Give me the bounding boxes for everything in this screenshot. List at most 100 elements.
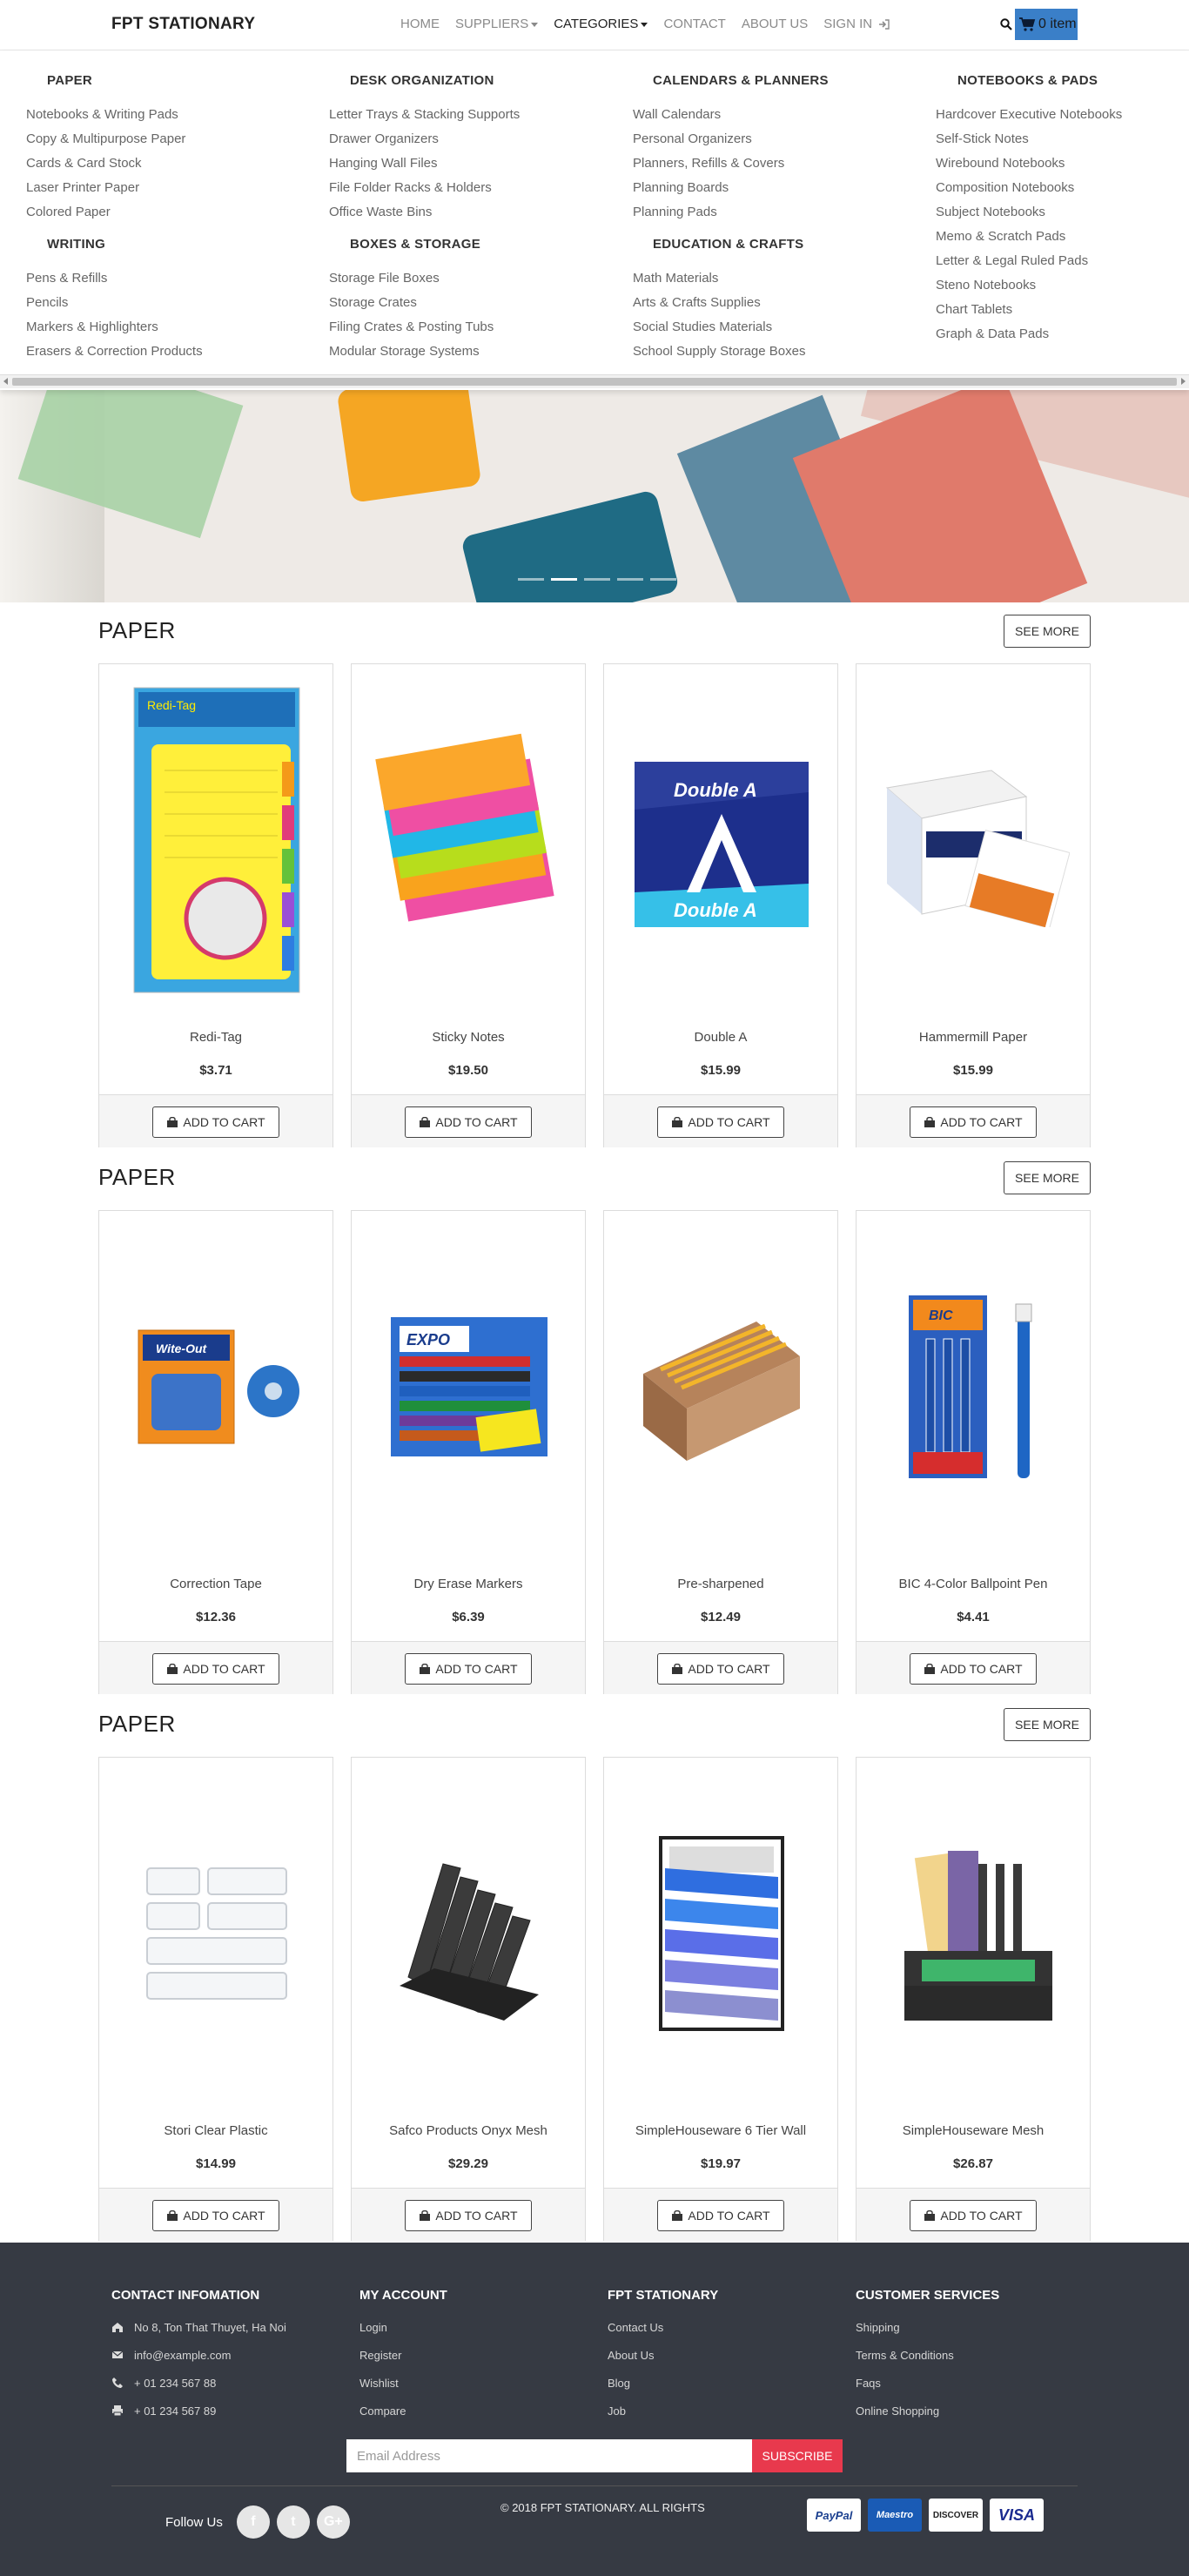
mega-item[interactable]: Hanging Wall Files — [329, 151, 520, 176]
product-card[interactable]: Stori Clear Plastic $14.99 ADD TO CART — [98, 1757, 333, 2241]
add-to-cart-button[interactable]: ADD TO CART — [152, 1653, 279, 1685]
product-card[interactable]: Sticky Notes $19.50 ADD TO CART — [351, 663, 586, 1147]
redi-tag-icon[interactable]: Redi-Tag — [121, 675, 312, 1006]
mega-item[interactable]: Planning Boards — [633, 176, 784, 200]
mega-item[interactable]: Markers & Highlighters — [26, 315, 203, 340]
mega-item[interactable]: Letter Trays & Stacking Supports — [329, 103, 520, 127]
nav-signin[interactable]: SIGN IN — [823, 17, 890, 31]
mega-item[interactable]: Colored Paper — [26, 200, 185, 225]
google-plus-icon[interactable]: G+ — [316, 2505, 350, 2539]
hammermill-box-icon[interactable] — [878, 675, 1070, 1006]
mega-item[interactable]: Graph & Data Pads — [936, 322, 1122, 346]
mega-item[interactable]: School Supply Storage Boxes — [633, 340, 805, 364]
clear-organizer-icon[interactable] — [121, 1768, 312, 2099]
product-card[interactable]: Safco Products Onyx Mesh $29.29 ADD TO CAR… — [351, 1757, 586, 2241]
desk-organizer-icon[interactable] — [878, 1768, 1070, 2099]
mega-item[interactable]: Chart Tablets — [936, 298, 1122, 322]
add-to-cart-button[interactable]: ADD TO CART — [657, 1106, 784, 1138]
brand-logo[interactable]: FPT STATIONARY — [111, 15, 255, 34]
add-to-cart-button[interactable]: ADD TO CART — [152, 1106, 279, 1138]
mega-item[interactable]: Steno Notebooks — [936, 273, 1122, 298]
product-card[interactable]: Hammermill Paper $15.99 ADD TO CART — [856, 663, 1091, 1147]
product-card[interactable]: Wite-Out Correction Tape $12.36 ADD TO CART — [98, 1210, 333, 1694]
see-more-button[interactable]: SEE MORE — [1004, 615, 1091, 648]
carousel-dot[interactable] — [584, 578, 610, 581]
product-name[interactable]: Pre-sharpened — [604, 1577, 837, 1591]
twitter-icon[interactable]: t — [276, 2505, 310, 2539]
mega-item[interactable]: Hardcover Executive Notebooks — [936, 103, 1122, 127]
nav-suppliers[interactable]: SUPPLIERS — [455, 17, 539, 31]
nav-home[interactable]: HOME — [400, 17, 440, 31]
mega-item[interactable]: Erasers & Correction Products — [26, 340, 203, 364]
footer-link[interactable]: Register — [359, 2346, 447, 2374]
footer-link[interactable]: Shipping — [856, 2318, 999, 2346]
facebook-icon[interactable]: f — [236, 2505, 270, 2539]
footer-email-text[interactable]: info@example.com — [134, 2346, 231, 2365]
mega-item[interactable]: Memo & Scratch Pads — [936, 225, 1122, 249]
add-to-cart-button[interactable]: ADD TO CART — [657, 2200, 784, 2231]
product-name[interactable]: Sticky Notes — [352, 1030, 585, 1045]
add-to-cart-button[interactable]: ADD TO CART — [405, 1106, 532, 1138]
product-card[interactable]: Pre-sharpened $12.49 ADD TO CART — [603, 1210, 838, 1694]
mega-item[interactable]: Storage Crates — [329, 291, 494, 315]
footer-link[interactable]: Faqs — [856, 2374, 999, 2402]
mega-item[interactable]: Letter & Legal Ruled Pads — [936, 249, 1122, 273]
mesh-sorter-icon[interactable] — [373, 1768, 565, 2099]
mega-item[interactable]: Office Waste Bins — [329, 200, 520, 225]
mega-item[interactable]: Social Studies Materials — [633, 315, 805, 340]
newsletter-email-input[interactable]: Email Address — [346, 2439, 752, 2472]
sticky-notes-icon[interactable] — [373, 675, 565, 1006]
mega-item[interactable]: Wirebound Notebooks — [936, 151, 1122, 176]
footer-link[interactable]: Login — [359, 2318, 447, 2346]
nav-categories[interactable]: CATEGORIES — [554, 17, 648, 31]
add-to-cart-button[interactable]: ADD TO CART — [910, 1106, 1037, 1138]
product-card[interactable]: Redi-Tag Redi-Tag $3.71 ADD TO CART — [98, 663, 333, 1147]
mega-item[interactable]: Arts & Crafts Supplies — [633, 291, 805, 315]
scroll-left-icon[interactable] — [3, 378, 8, 385]
scrollbar-thumb[interactable] — [12, 378, 1177, 386]
see-more-button[interactable]: SEE MORE — [1004, 1161, 1091, 1194]
mega-item[interactable]: Planning Pads — [633, 200, 784, 225]
product-card[interactable]: SimpleHouseware Mesh $26.87 ADD TO CART — [856, 1757, 1091, 2241]
see-more-button[interactable]: SEE MORE — [1004, 1708, 1091, 1741]
mega-item[interactable]: Copy & Multipurpose Paper — [26, 127, 185, 151]
mega-item[interactable]: Composition Notebooks — [936, 176, 1122, 200]
product-name[interactable]: Safco Products Onyx Mesh — [352, 2123, 585, 2138]
footer-link[interactable]: About Us — [608, 2346, 718, 2374]
markers-icon[interactable]: EXPO — [373, 1221, 565, 1552]
footer-link[interactable]: Terms & Conditions — [856, 2346, 999, 2374]
mega-item[interactable]: Self-Stick Notes — [936, 127, 1122, 151]
mega-item[interactable]: Wall Calendars — [633, 103, 784, 127]
product-name[interactable]: SimpleHouseware Mesh — [856, 2123, 1090, 2138]
mega-item[interactable]: File Folder Racks & Holders — [329, 176, 520, 200]
search-icon[interactable] — [1000, 18, 1012, 30]
product-name[interactable]: SimpleHouseware 6 Tier Wall — [604, 2123, 837, 2138]
footer-link[interactable]: Job — [608, 2402, 718, 2430]
mega-item[interactable]: Cards & Card Stock — [26, 151, 185, 176]
correction-tape-icon[interactable]: Wite-Out — [121, 1221, 312, 1552]
mega-item[interactable]: Math Materials — [633, 266, 805, 291]
cart-button[interactable]: 0 item — [1015, 9, 1078, 40]
product-card[interactable]: BIC BIC 4-Color Ballpoint Pen $4.41 ADD TO … — [856, 1210, 1091, 1694]
mega-item[interactable]: Storage File Boxes — [329, 266, 494, 291]
add-to-cart-button[interactable]: ADD TO CART — [910, 2200, 1037, 2231]
pencil-box-icon[interactable] — [626, 1221, 817, 1552]
carousel-dot-active[interactable] — [551, 578, 577, 581]
mega-item[interactable]: Pens & Refills — [26, 266, 203, 291]
ballpoint-pen-icon[interactable]: BIC — [878, 1221, 1070, 1552]
product-name[interactable]: Correction Tape — [99, 1577, 333, 1591]
product-name[interactable]: Double A — [604, 1030, 837, 1045]
add-to-cart-button[interactable]: ADD TO CART — [405, 1653, 532, 1685]
footer-link[interactable]: Wishlist — [359, 2374, 447, 2402]
mega-item[interactable]: Pencils — [26, 291, 203, 315]
add-to-cart-button[interactable]: ADD TO CART — [657, 1653, 784, 1685]
product-card[interactable]: SimpleHouseware 6 Tier Wall $19.97 ADD TO … — [603, 1757, 838, 2241]
mega-item[interactable]: Personal Organizers — [633, 127, 784, 151]
carousel-dot[interactable] — [617, 578, 643, 581]
product-name[interactable]: BIC 4-Color Ballpoint Pen — [856, 1577, 1090, 1591]
subscribe-button[interactable]: SUBSCRIBE — [752, 2439, 843, 2472]
product-name[interactable]: Dry Erase Markers — [352, 1577, 585, 1591]
mega-item[interactable]: Notebooks & Writing Pads — [26, 103, 185, 127]
add-to-cart-button[interactable]: ADD TO CART — [405, 2200, 532, 2231]
add-to-cart-button[interactable]: ADD TO CART — [152, 2200, 279, 2231]
